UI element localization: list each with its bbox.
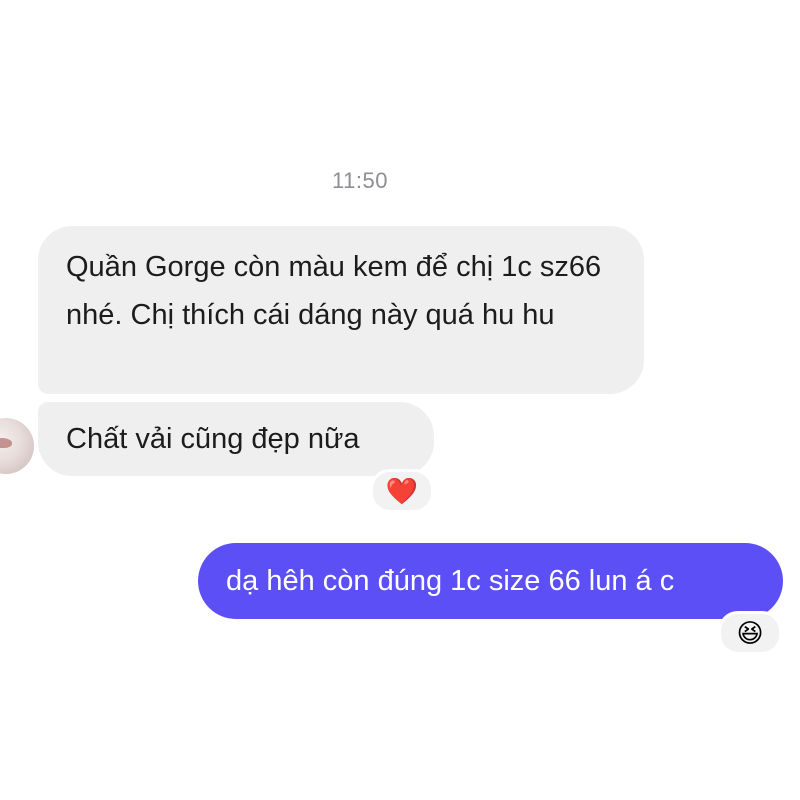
message-timestamp: 11:50 xyxy=(332,168,388,193)
contact-avatar[interactable] xyxy=(0,418,34,474)
heart-reaction-icon[interactable]: ❤️ xyxy=(370,469,434,513)
chat-thread: 11:50 Quần Gorge còn màu kem để chị 1c s… xyxy=(0,0,800,800)
outgoing-message-bubble[interactable]: dạ hêh còn đúng 1c size 66 lun á c xyxy=(198,543,783,619)
incoming-message-bubble[interactable]: Quần Gorge còn màu kem để chị 1c sz66 nh… xyxy=(38,226,644,394)
laughing-face-reaction-icon[interactable]: 😆 xyxy=(718,611,782,655)
incoming-message-bubble[interactable]: Chất vải cũng đẹp nữa xyxy=(38,402,434,476)
